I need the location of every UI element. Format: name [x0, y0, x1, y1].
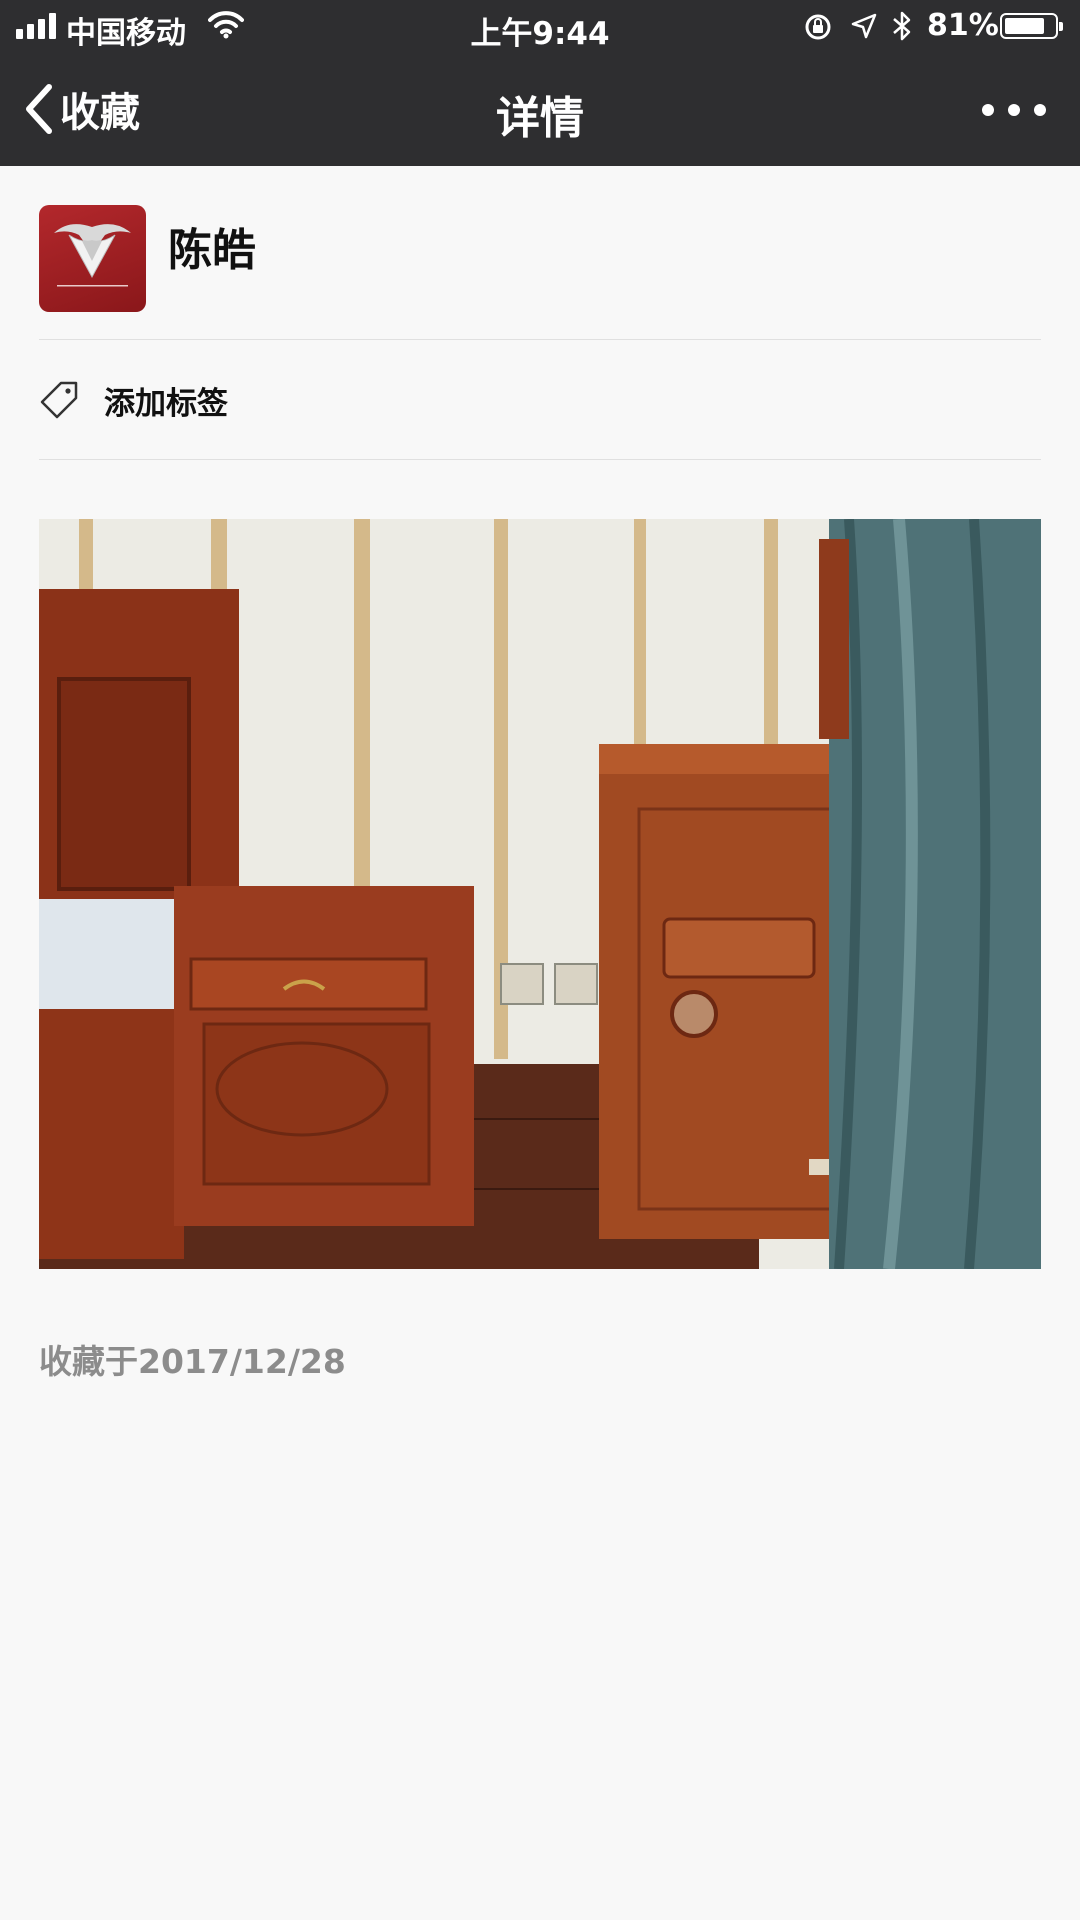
more-dot-icon	[982, 104, 994, 116]
navigation-bar: 收藏 详情	[0, 54, 1080, 166]
page-title: 详情	[496, 93, 584, 144]
top-bar: 中国移动 上午9:44 81% 收藏 详情	[0, 0, 1080, 166]
more-button[interactable]	[982, 90, 1046, 130]
photo-image	[39, 519, 1041, 1269]
photo[interactable]	[39, 519, 1041, 1269]
divider	[39, 459, 1041, 460]
brand-logo-icon	[54, 224, 131, 287]
add-tag-label: 添加标签	[104, 385, 228, 422]
divider	[39, 339, 1041, 340]
battery-icon	[1000, 13, 1063, 39]
status-bar: 中国移动 上午9:44 81%	[0, 0, 1080, 54]
saved-date: 收藏于2017/12/28	[39, 1342, 346, 1381]
battery-percent: 81%	[927, 8, 999, 43]
more-dot-icon	[1008, 104, 1020, 116]
bluetooth-icon	[893, 11, 911, 41]
author-name: 陈皓	[168, 225, 256, 276]
add-tag-button[interactable]: 添加标签	[39, 370, 228, 430]
location-icon	[851, 13, 877, 39]
clock: 上午9:44	[470, 16, 610, 52]
battery-fill	[1005, 18, 1044, 34]
tag-icon	[40, 381, 78, 419]
author-avatar[interactable]	[39, 205, 146, 312]
rotation-lock-icon	[805, 14, 831, 40]
more-dot-icon	[1034, 104, 1046, 116]
